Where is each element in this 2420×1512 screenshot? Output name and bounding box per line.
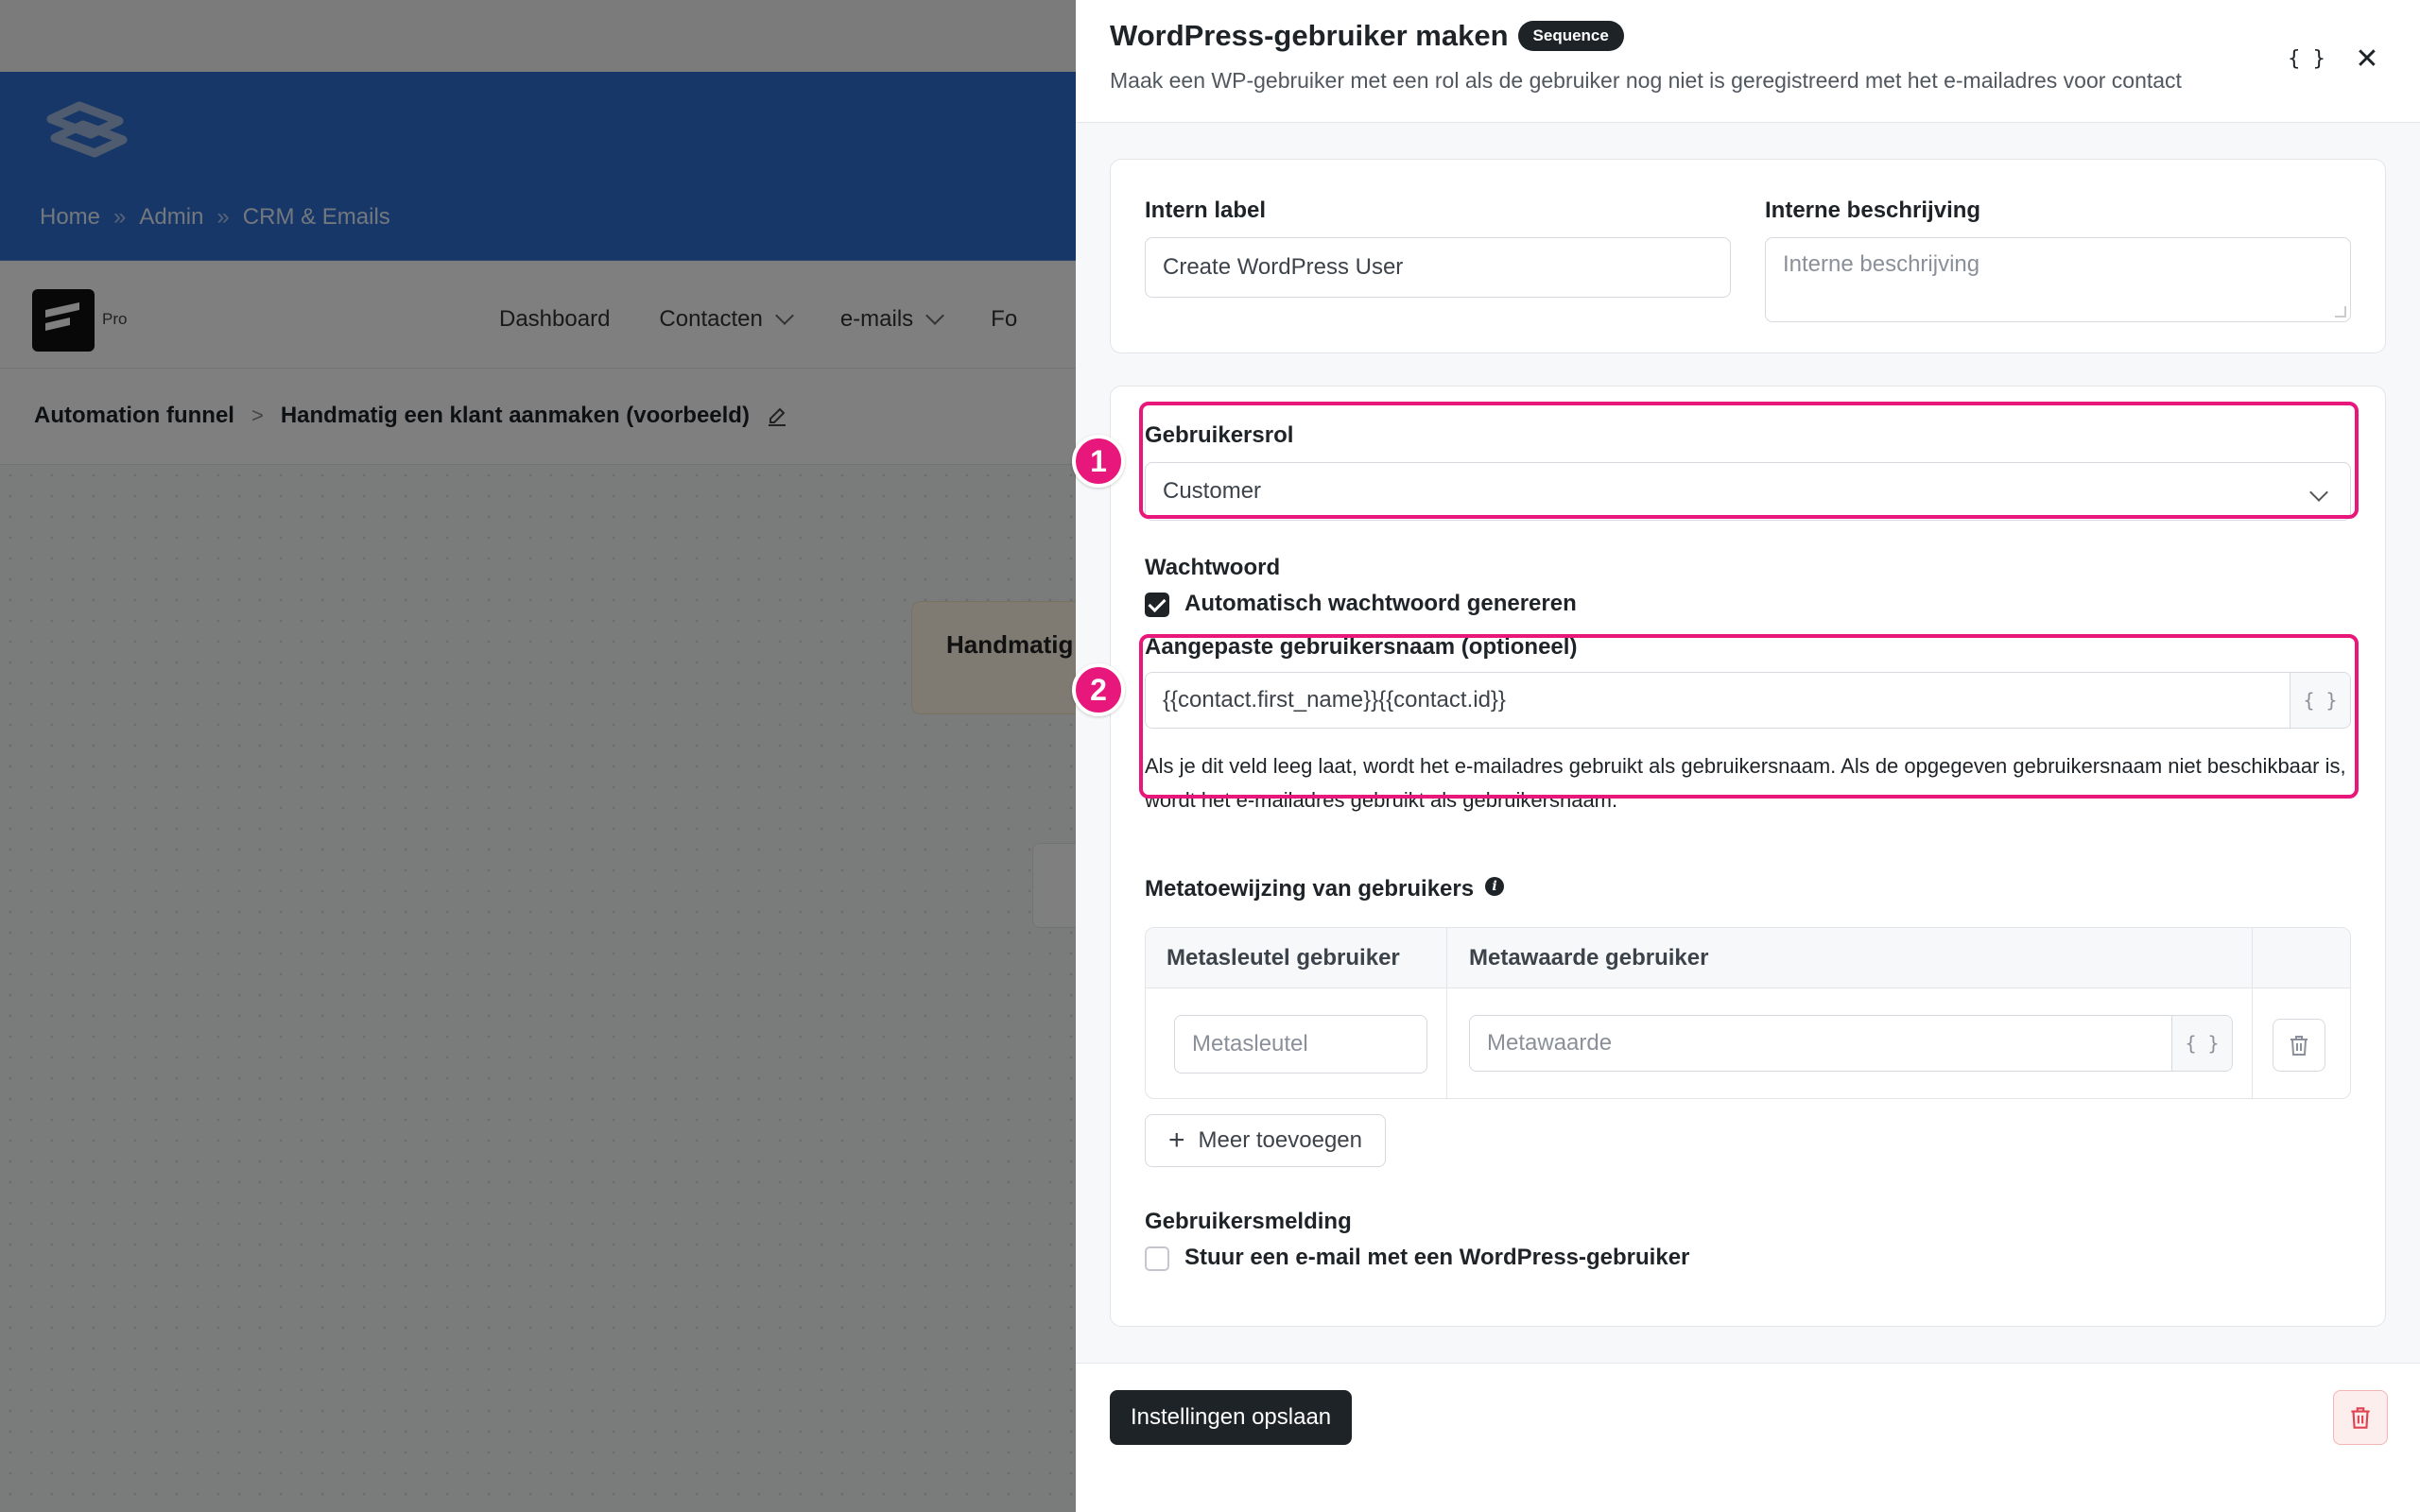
close-icon[interactable]: ✕ (2348, 40, 2386, 77)
drawer-title: WordPress-gebruiker maken (1110, 19, 1509, 52)
delete-row-button[interactable] (2273, 1019, 2325, 1072)
trash-icon (2351, 1407, 2370, 1429)
send-email-label[interactable]: Stuur een e-mail met een WordPress-gebru… (1184, 1245, 1689, 1271)
delete-action-button[interactable] (2333, 1390, 2388, 1445)
highlight-custom-username (1139, 634, 2359, 799)
meta-value-column-header: Metawaarde gebruiker (1469, 945, 1709, 971)
drawer-body: Intern label Create WordPress User Inter… (1076, 123, 2420, 1363)
meta-key-input[interactable]: Metasleutel (1174, 1015, 1427, 1074)
plus-icon: + (1168, 1125, 1185, 1156)
meta-key-placeholder: Metasleutel (1192, 1031, 1308, 1057)
internal-description-textarea[interactable]: Interne beschrijving (1765, 237, 2351, 322)
drawer-header: WordPress-gebruiker maken Sequence Maak … (1076, 0, 2420, 123)
drawer-title-row: WordPress-gebruiker maken Sequence (1110, 19, 1624, 53)
meta-value-input[interactable]: Metawaarde { } (1469, 1015, 2233, 1072)
drawer-subtitle: Maak een WP-gebruiker met een rol als de… (1110, 68, 2182, 93)
meta-value-placeholder: Metawaarde (1487, 1030, 1613, 1056)
auto-password-checkbox[interactable] (1145, 593, 1169, 617)
step-marker-1: 1 (1072, 435, 1125, 488)
notification-heading: Gebruikersmelding (1145, 1209, 1352, 1234)
send-email-checkbox[interactable] (1145, 1246, 1169, 1271)
add-more-label: Meer toevoegen (1198, 1127, 1362, 1153)
meta-mapping-heading: Metatoewijzing van gebruikers (1145, 876, 1475, 902)
internal-description-placeholder: Interne beschrijving (1783, 251, 1980, 277)
sequence-badge: Sequence (1517, 21, 1624, 51)
meta-mapping-table: Metasleutel gebruiker Metawaarde gebruik… (1145, 927, 2351, 1099)
internal-label-input[interactable]: Create WordPress User (1145, 237, 1731, 298)
drawer-footer: Instellingen opslaan (1076, 1363, 2420, 1512)
action-settings-drawer: WordPress-gebruiker maken Sequence Maak … (1072, 0, 2420, 1512)
step-marker-2: 2 (1072, 663, 1125, 716)
resize-grip-icon[interactable] (2335, 306, 2346, 318)
internal-label-heading: Intern label (1145, 198, 1267, 223)
password-heading: Wachtwoord (1145, 555, 1281, 580)
json-view-button[interactable]: { } (2288, 40, 2325, 77)
meta-key-column-header: Metasleutel gebruiker (1167, 945, 1400, 971)
settings-card: Gebruikersrol Customer Wachtwoord Automa… (1110, 386, 2386, 1327)
highlight-role (1139, 402, 2359, 519)
add-more-button[interactable]: + Meer toevoegen (1145, 1114, 1386, 1167)
auto-password-label[interactable]: Automatisch wachtwoord genereren (1184, 591, 1577, 617)
meta-column-divider (1446, 928, 1447, 1098)
general-card: Intern label Create WordPress User Inter… (1110, 159, 2386, 353)
info-icon[interactable]: i (1485, 877, 1504, 896)
merge-tag-button[interactable]: { } (2171, 1016, 2232, 1071)
trash-icon (2290, 1036, 2308, 1056)
save-settings-button[interactable]: Instellingen opslaan (1110, 1390, 1353, 1445)
meta-column-divider (2252, 928, 2253, 1098)
internal-description-heading: Interne beschrijving (1765, 198, 1981, 223)
